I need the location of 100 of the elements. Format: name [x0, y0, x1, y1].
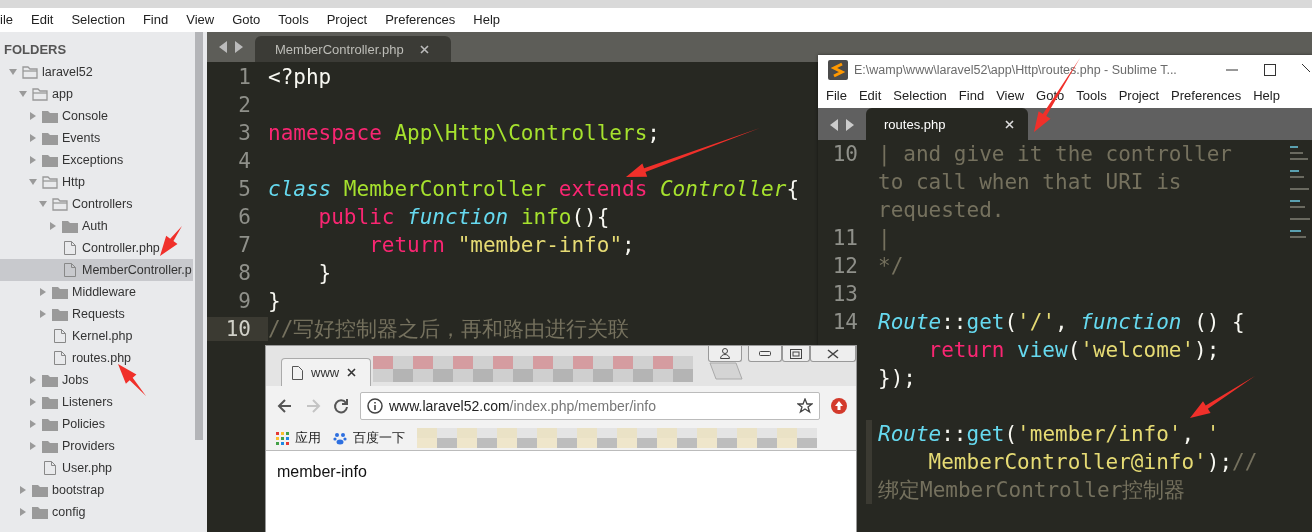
line-number: 6: [238, 205, 251, 229]
caret-right-icon[interactable]: [49, 222, 57, 230]
scrollbar[interactable]: [195, 32, 203, 440]
sidebar-item[interactable]: Policies: [0, 413, 193, 435]
menu-item[interactable]: View: [177, 11, 224, 27]
caret-down-icon[interactable]: [29, 178, 37, 186]
menu-item[interactable]: Edit: [852, 87, 888, 103]
caret-right-icon[interactable]: [29, 442, 37, 450]
sidebar-item[interactable]: Kernel.php: [0, 325, 193, 347]
editor-tab[interactable]: routes.php: [866, 108, 1029, 140]
sidebar-item[interactable]: Auth: [0, 215, 193, 237]
menu-item[interactable]: View: [990, 87, 1031, 103]
code-line: //写好控制器之后，再和路由进行关联: [268, 316, 630, 343]
menu-item[interactable]: Tools: [269, 11, 318, 27]
caret-right-icon[interactable]: [29, 156, 37, 164]
sidebar-item-label: Auth: [82, 219, 108, 233]
menu-item[interactable]: Edit: [22, 11, 63, 27]
sidebar-item[interactable]: config: [0, 501, 193, 523]
tab-nav-arrows-icon[interactable]: [829, 119, 855, 131]
restore-button[interactable]: [782, 346, 810, 362]
close-button[interactable]: [810, 346, 856, 362]
code-line: to call when that URI is: [878, 170, 1182, 194]
code-line: | and give it the controller: [878, 142, 1232, 166]
close-icon[interactable]: [419, 44, 429, 54]
sidebar-item-label: User.php: [62, 461, 113, 475]
menu-item[interactable]: Project: [317, 11, 377, 27]
folder-icon: [42, 131, 58, 145]
menu-item[interactable]: Selection: [887, 87, 953, 103]
menu-item[interactable]: Selection: [62, 11, 134, 27]
menu-item[interactable]: Goto: [223, 11, 270, 27]
line-number: 2: [238, 93, 251, 117]
sidebar-item[interactable]: Jobs: [0, 369, 193, 391]
code-line: class MemberController extends Controller{: [268, 177, 800, 201]
caret-right-icon[interactable]: [29, 398, 37, 406]
menu-item[interactable]: Find: [952, 87, 991, 103]
sidebar-item[interactable]: Http: [0, 171, 193, 193]
folder-icon: [42, 373, 58, 387]
caret-right-icon[interactable]: [39, 288, 47, 296]
sidebar-item[interactable]: Middleware: [0, 281, 193, 303]
menu-item[interactable]: Find: [133, 11, 178, 27]
line-number: 12: [832, 254, 858, 278]
minimize-button[interactable]: [748, 346, 782, 362]
bookmark[interactable]: 百度一下: [333, 429, 411, 447]
profile-button[interactable]: [708, 346, 742, 362]
open-folder-icon: [42, 175, 58, 189]
file-icon: [62, 241, 78, 255]
maximize-icon[interactable]: [1264, 64, 1276, 76]
bookmark[interactable]: 应用: [276, 429, 327, 447]
sidebar-item[interactable]: Controller.php: [0, 237, 193, 259]
menu-item[interactable]: Preferences: [376, 11, 465, 27]
caret-right-icon[interactable]: [19, 508, 27, 516]
upload-icon[interactable]: [830, 397, 848, 415]
folder-icon: [42, 395, 58, 409]
sidebar-item[interactable]: Requests: [0, 303, 193, 325]
folder-icon: [42, 109, 58, 123]
caret-right-icon[interactable]: [19, 486, 27, 494]
star-icon[interactable]: [797, 398, 813, 414]
page-icon: [292, 365, 303, 380]
address-bar[interactable]: www.laravel52.com/index.php/member/info: [360, 392, 820, 420]
annotation-arrow: [160, 226, 182, 256]
menu-item[interactable]: Tools: [1070, 87, 1113, 103]
editor-tab[interactable]: MemberController.php: [255, 36, 451, 62]
sidebar-item[interactable]: laravel52: [0, 61, 193, 83]
app-logo-icon: [828, 60, 848, 80]
sidebar-item[interactable]: Listeners: [0, 391, 193, 413]
sidebar-item[interactable]: Console: [0, 105, 193, 127]
caret-right-icon[interactable]: [29, 420, 37, 428]
menu-item[interactable]: Help: [1247, 87, 1286, 103]
close-icon[interactable]: [347, 368, 357, 377]
tab-nav-arrows-icon[interactable]: [218, 41, 244, 53]
sidebar-item[interactable]: Exceptions: [0, 149, 193, 171]
reload-button[interactable]: [332, 397, 350, 415]
caret-down-icon[interactable]: [19, 90, 27, 98]
caret-right-icon[interactable]: [29, 376, 37, 384]
caret-right-icon[interactable]: [29, 112, 37, 120]
sidebar-item[interactable]: routes.php: [0, 347, 193, 369]
sidebar-item[interactable]: MemberController.p: [0, 259, 193, 281]
caret-right-icon[interactable]: [29, 134, 37, 142]
sidebar-item[interactable]: User.php: [0, 457, 193, 479]
menu-item[interactable]: Preferences: [1165, 87, 1248, 103]
sidebar-item[interactable]: Providers: [0, 435, 193, 457]
sidebar-item[interactable]: app: [0, 83, 193, 105]
sidebar-item[interactable]: Controllers: [0, 193, 193, 215]
caret-right-icon[interactable]: [39, 310, 47, 318]
menu-item[interactable]: File: [820, 87, 853, 103]
line-number: 3: [238, 121, 251, 145]
sidebar-item[interactable]: bootstrap: [0, 479, 193, 501]
menu-item[interactable]: Project: [1112, 87, 1166, 103]
annotation-arrow: [118, 364, 146, 396]
folder-icon: [62, 219, 78, 233]
close-icon: [827, 348, 839, 359]
caret-down-icon[interactable]: [9, 68, 17, 76]
menu-item[interactable]: Help: [464, 11, 509, 27]
folder-icon: [32, 483, 48, 497]
sidebar-item[interactable]: Events: [0, 127, 193, 149]
caret-down-icon[interactable]: [39, 200, 47, 208]
sidebar-item-label: Providers: [62, 439, 115, 453]
menu-item[interactable]: ile: [0, 11, 22, 27]
back-button[interactable]: [276, 397, 294, 415]
browser-tab[interactable]: www: [281, 358, 371, 386]
